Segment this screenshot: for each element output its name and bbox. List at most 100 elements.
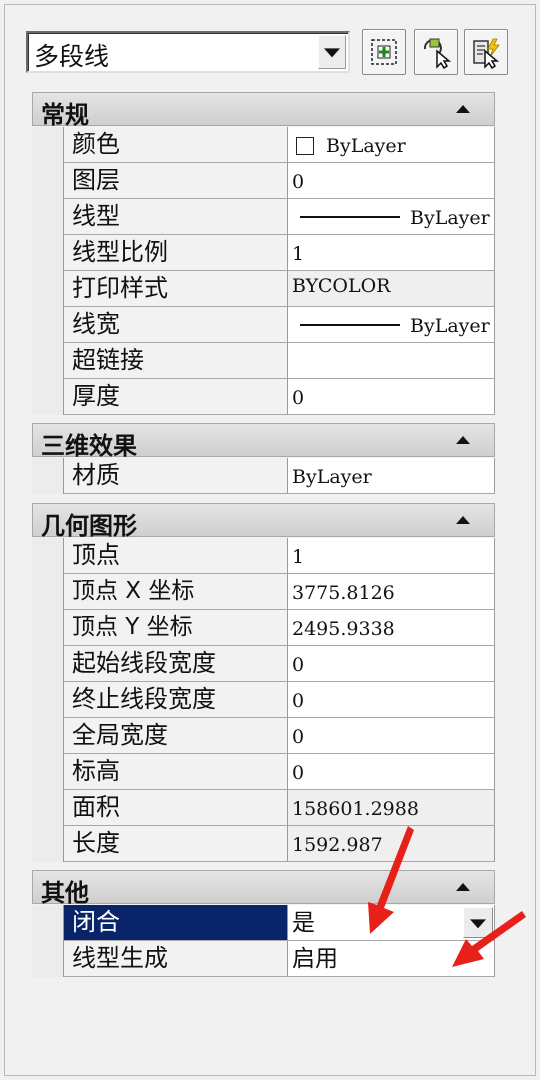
section-header-geometry[interactable]: 几何图形 [32,503,495,540]
property-row-plot-style[interactable]: 打印样式 BYCOLOR [32,271,495,307]
property-row-linetype-scale[interactable]: 线型比例 1 [32,235,495,271]
property-value-material[interactable]: ByLayer [288,458,495,494]
property-name: 厚度 [64,379,288,415]
property-name: 材质 [64,458,288,494]
property-value-vertex-x[interactable]: 3775.8126 [288,574,495,610]
property-row-vertex-y[interactable]: 顶点 Y 坐标 2495.9338 [32,610,495,646]
property-row-global-width[interactable]: 全局宽度 0 [32,718,495,754]
property-value-linetype-scale[interactable]: 1 [288,235,495,271]
property-row-length[interactable]: 长度 1592.987 [32,826,495,862]
property-name: 线宽 [64,307,288,343]
property-row-elevation[interactable]: 标高 0 [32,754,495,790]
lineweight-sample [300,324,400,326]
row-gutter [32,379,64,415]
property-name: 超链接 [64,343,288,379]
section-title: 三维效果 [41,432,137,460]
row-gutter [32,271,64,307]
property-name: 顶点 X 坐标 [64,574,288,610]
property-value-plot-style: BYCOLOR [288,271,495,307]
linetype-sample [300,216,400,218]
property-value-vertex[interactable]: 1 [288,538,495,574]
section-header-3d[interactable]: 三维效果 [32,423,495,460]
chevron-down-icon [324,48,340,58]
collapse-icon[interactable] [456,436,470,444]
object-type-value: 多段线 [34,42,110,71]
property-row-area[interactable]: 面积 158601.2988 [32,790,495,826]
quick-select-button[interactable] [464,29,508,75]
property-row-vertex-x[interactable]: 顶点 X 坐标 3775.8126 [32,574,495,610]
property-name: 图层 [64,163,288,199]
geometry-property-grid: 顶点 1 顶点 X 坐标 3775.8126 顶点 Y 坐标 2495.9338… [32,538,495,862]
lineweight-value-text: ByLayer [410,315,490,337]
closed-value-text: 是 [292,910,315,936]
row-gutter [32,790,64,826]
row-gutter [32,905,64,941]
section-title: 常规 [41,101,89,129]
property-row-linetype[interactable]: 线型 ByLayer [32,199,495,235]
select-objects-button[interactable] [414,29,458,75]
linetype-value-text: ByLayer [410,207,490,229]
property-row-lineweight[interactable]: 线宽 ByLayer [32,307,495,343]
annotation-arrow-icon [368,826,414,934]
property-value-color[interactable]: ByLayer [288,127,495,163]
property-row-linetype-generation[interactable]: 线型生成 启用 [32,941,495,977]
property-name: 闭合 [64,905,288,941]
property-name: 线型比例 [64,235,288,271]
property-name: 打印样式 [64,271,288,307]
property-row-layer[interactable]: 图层 0 [32,163,495,199]
section-title: 其他 [41,879,89,907]
row-gutter [32,718,64,754]
collapse-icon[interactable] [456,516,470,524]
property-name: 全局宽度 [64,718,288,754]
property-value-vertex-y[interactable]: 2495.9338 [288,610,495,646]
toggle-pickadd-button[interactable] [362,29,406,75]
color-swatch [296,137,314,155]
property-value-layer[interactable]: 0 [288,163,495,199]
annotation-arrow-icon [452,911,526,967]
row-gutter [32,754,64,790]
property-name: 终止线段宽度 [64,682,288,718]
object-type-dropdown-button[interactable] [318,35,346,69]
property-row-end-width[interactable]: 终止线段宽度 0 [32,682,495,718]
property-row-thickness[interactable]: 厚度 0 [32,379,495,415]
section-title: 几何图形 [41,512,137,540]
property-value-global-width[interactable]: 0 [288,718,495,754]
collapse-icon[interactable] [456,105,470,113]
row-gutter [32,163,64,199]
row-gutter [32,538,64,574]
property-name: 顶点 Y 坐标 [64,610,288,646]
property-name: 面积 [64,790,288,826]
property-name: 线型 [64,199,288,235]
property-row-hyperlink[interactable]: 超链接 [32,343,495,379]
section-header-general[interactable]: 常规 [32,92,495,129]
section-header-misc[interactable]: 其他 [32,870,495,907]
row-gutter [32,941,64,977]
row-gutter [32,682,64,718]
row-gutter [32,307,64,343]
property-row-material[interactable]: 材质 ByLayer [32,458,495,494]
row-gutter [32,458,64,494]
color-value-text: ByLayer [326,135,406,157]
property-name: 起始线段宽度 [64,646,288,682]
property-name: 顶点 [64,538,288,574]
row-gutter [32,826,64,862]
row-gutter [32,646,64,682]
property-row-closed[interactable]: 闭合 是 [32,905,495,941]
property-name: 长度 [64,826,288,862]
misc-property-grid: 闭合 是 线型生成 启用 [32,905,495,977]
property-value-lineweight[interactable]: ByLayer [288,307,495,343]
3d-property-grid: 材质 ByLayer [32,458,495,494]
row-gutter [32,610,64,646]
property-value-elevation[interactable]: 0 [288,754,495,790]
property-value-thickness[interactable]: 0 [288,379,495,415]
property-value-linetype[interactable]: ByLayer [288,199,495,235]
object-type-select[interactable]: 多段线 [26,31,350,73]
property-value-start-width[interactable]: 0 [288,646,495,682]
collapse-icon[interactable] [456,883,470,891]
property-row-vertex[interactable]: 顶点 1 [32,538,495,574]
property-row-color[interactable]: 颜色 ByLayer [32,127,495,163]
property-row-start-width[interactable]: 起始线段宽度 0 [32,646,495,682]
row-gutter [32,127,64,163]
property-value-hyperlink[interactable] [288,343,495,379]
property-value-end-width[interactable]: 0 [288,682,495,718]
